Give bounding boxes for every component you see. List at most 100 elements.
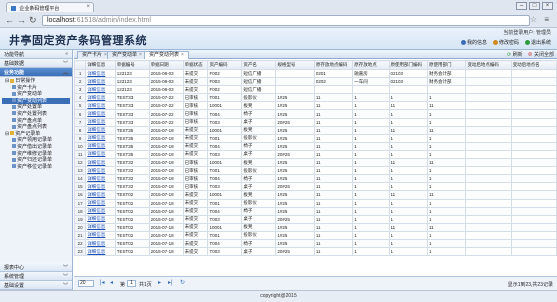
sidebar-section-bottom-1[interactable]: 系统管理 ︾ [0, 272, 72, 281]
table-row[interactable]: 14 详细信息 TEST32 2015-07-18 已审核 T004 椅子 1#25 11 1 1 1 [74, 174, 557, 184]
detail-link[interactable]: 详细信息 [85, 85, 116, 95]
sidebar-section-bottom-2[interactable]: 基础设置 ︾ [0, 281, 72, 290]
sidebar-tree-item[interactable]: ⊟ 日常操作 [2, 78, 70, 85]
detail-link[interactable]: 详细信息 [85, 77, 116, 87]
maximize-button[interactable]: □ [529, 2, 540, 10]
sidebar-section-0[interactable]: 基础数据 ︾ [0, 59, 72, 68]
table-row[interactable]: 12 详细信息 TEST32 2015-07-18 已审核 10001 板凳 1#25 11 1 1… [74, 158, 557, 168]
tree-toggle-icon[interactable]: ⊟ [5, 131, 9, 137]
reload-icon[interactable]: ↻ [29, 15, 37, 25]
detail-link[interactable]: 详细信息 [85, 68, 116, 79]
table-row[interactable]: 11 详细信息 TEST35 2015-07-18 未提交 T003 桌子 20#25 11 1 1… [74, 149, 557, 160]
sidebar-tree-item[interactable]: 资产处置单 [2, 104, 70, 111]
table-row[interactable]: 20 详细信息 TEST02 2015-07-18 未提交 10001 板凳 1#25 11 1 1… [74, 222, 557, 232]
detail-link[interactable]: 详细信息 [85, 190, 116, 200]
table-row[interactable]: 18 详细信息 TEST02 2015-07-18 未提交 T004 椅子 1#25 11 1 1 1 [74, 206, 557, 216]
table-cell [510, 149, 557, 160]
detail-link[interactable]: 详细信息 [85, 158, 116, 168]
detail-link[interactable]: 详细信息 [85, 182, 116, 192]
sidebar-tree-item[interactable]: 资产处置列表 [2, 111, 70, 118]
detail-link[interactable]: 详细信息 [85, 117, 116, 127]
column-header [74, 60, 87, 70]
table-cell: TEST35 [114, 125, 150, 135]
back-icon[interactable]: ← [5, 15, 14, 25]
table-row[interactable]: 9 详细信息 TEST35 2015-07-18 未提交 T001 投影仪 1#25 11 1 1 1 [74, 133, 557, 143]
table-row[interactable]: 4 详细信息 TEST33 2015-07-22 已审核 T001 投影仪 1#25 11 1 1 1 [74, 93, 557, 103]
last-page-icon[interactable]: ▸| [168, 280, 173, 286]
sidebar-tree-item[interactable]: 资产变动单 [2, 91, 70, 98]
table-row[interactable]: 10 详细信息 TEST35 2015-07-18 未提交 T004 椅子 1#25 11 1 1 1 [74, 141, 557, 151]
tab-close-icon[interactable]: × [139, 52, 142, 58]
sidebar-tree-item[interactable]: 资产领用记录单 [2, 137, 70, 144]
table-row[interactable]: 8 详细信息 TEST35 2015-07-18 未提交 10001 板凳 1#25 11 1 11… [74, 125, 557, 135]
detail-link[interactable]: 详细信息 [85, 93, 116, 103]
row-number: 20 [74, 222, 87, 232]
detail-link[interactable]: 详细信息 [85, 198, 116, 208]
table-row[interactable]: 21 详细信息 TEST02 2015-07-18 未提交 T001 投影仪 1#25 11 1 1… [74, 230, 557, 240]
browser-menu-icon[interactable]: ≡ [544, 15, 549, 24]
table-row[interactable]: 5 详细信息 TEST33 2015-07-22 已审核 10001 板凳 1#25 11 1 11… [74, 101, 557, 111]
sidebar-tree-item[interactable]: 资产盘点列表 [2, 124, 70, 131]
sidebar-tree-item[interactable]: 资产移位记录单 [2, 164, 70, 171]
next-page-icon[interactable]: ▸ [158, 280, 161, 286]
prev-page-icon[interactable]: ◂ [110, 280, 113, 286]
sidebar-section-1[interactable]: 业务功能 ︽ [0, 68, 72, 77]
header-link-1[interactable]: 修改密码 [492, 39, 519, 46]
detail-link[interactable]: 详细信息 [85, 247, 116, 257]
bookmark-star-icon[interactable]: ☆ [530, 15, 537, 24]
detail-link[interactable]: 详细信息 [85, 230, 116, 240]
browser-tab[interactable]: 企业条码管理平台 × [6, 2, 94, 12]
table-cell [388, 85, 428, 95]
collapse-icon[interactable]: « [65, 51, 68, 57]
table-row[interactable]: 15 详细信息 TEST32 2015-07-18 已审核 T003 桌子 20#25 11 1 1… [74, 182, 557, 192]
table-row[interactable]: 16 详细信息 TEST02 2015-07-18 未提交 10001 板凳 1#25 11 1 1… [74, 190, 557, 200]
sidebar-section-bottom-0[interactable]: 报表中心 ︾ [0, 263, 72, 272]
table-row[interactable]: 1 详细信息 123123 2015-08-03 未提交 F002 短信广播 0201 融嘉房 0… [74, 68, 557, 79]
table-row[interactable]: 23 详细信息 TEST02 2015-07-18 未提交 T003 桌子 20#25 11 1 1… [74, 247, 557, 257]
table-row[interactable]: 2 详细信息 123123 2015-08-03 未提交 F003 短信广播 0202 一车间 0… [74, 77, 557, 87]
header-link-0[interactable]: 我的信息 [460, 39, 487, 46]
detail-link[interactable]: 详细信息 [85, 174, 116, 184]
table-cell: 桌子 [241, 247, 277, 257]
table-row[interactable]: 19 详细信息 TEST02 2015-07-18 未提交 T003 桌子 20#25 11 1 1… [74, 214, 557, 224]
tab-1[interactable]: 资产变动单 × [107, 51, 147, 59]
close-window-button[interactable]: × [542, 2, 553, 10]
table-row[interactable]: 13 详细信息 TEST32 2015-07-18 已审核 T001 投影仪 1#25 11 1 1… [74, 166, 557, 176]
tree-toggle-icon[interactable]: ⊟ [5, 78, 9, 84]
table-row[interactable]: 17 详细信息 TEST02 2015-07-18 未提交 T001 投影仪 1#25 11 1 1… [74, 198, 557, 208]
table-row[interactable]: 3 详细信息 123123 2015-08-03 未提交 F002 短信广播 [74, 85, 557, 95]
table-row[interactable]: 22 详细信息 TEST02 2015-07-18 未提交 T004 椅子 1#25 11 1 1 1 [74, 238, 557, 249]
table-row[interactable]: 6 详细信息 TEST33 2015-07-22 已审核 T004 椅子 1#25 11 1 1 1 [74, 109, 557, 119]
tab-close-icon[interactable]: × [86, 4, 90, 10]
detail-link[interactable]: 详细信息 [85, 109, 116, 119]
page-size-select[interactable]: 20 [78, 280, 94, 287]
detail-link[interactable]: 详细信息 [85, 214, 116, 224]
address-bar[interactable]: localhost:61518/admin/index.html [42, 15, 530, 26]
forward-icon[interactable]: → [17, 15, 26, 25]
sidebar-tree-item[interactable]: 资产归还记录单 [2, 157, 70, 164]
tab-close-icon[interactable]: × [181, 52, 184, 58]
page-number-input[interactable]: 1 [127, 280, 136, 287]
sidebar-tree-item[interactable]: 资产借出记录单 [2, 144, 70, 151]
detail-link[interactable]: 详细信息 [85, 125, 116, 135]
close-all-button[interactable]: ⊗ 关闭全部 [528, 51, 554, 58]
detail-link[interactable]: 详细信息 [85, 149, 116, 160]
refresh-button[interactable]: ⟳ 刷新 [507, 51, 523, 58]
table-cell: 投影仪 [241, 93, 277, 103]
detail-link[interactable]: 详细信息 [85, 238, 116, 249]
table-cell: TEST02 [114, 206, 150, 216]
header-link-2[interactable]: 退出系统 [524, 39, 551, 46]
detail-link[interactable]: 详细信息 [85, 133, 116, 143]
table-cell: 1 [426, 182, 467, 192]
detail-link[interactable]: 详细信息 [85, 222, 116, 232]
reload-page-icon[interactable]: ↻ [180, 280, 185, 286]
detail-link[interactable]: 详细信息 [85, 141, 116, 151]
tab-2[interactable]: 资产变动列表 × [144, 51, 189, 59]
table-cell [510, 174, 557, 184]
minimize-button[interactable]: – [516, 2, 527, 10]
detail-link[interactable]: 详细信息 [85, 166, 116, 176]
first-page-icon[interactable]: |◂ [100, 280, 105, 286]
table-row[interactable]: 7 详细信息 TEST33 2015-07-22 已审核 T003 桌子 20#25 11 1 1 1 [74, 117, 557, 127]
detail-link[interactable]: 详细信息 [85, 206, 116, 216]
detail-link[interactable]: 详细信息 [85, 101, 116, 111]
